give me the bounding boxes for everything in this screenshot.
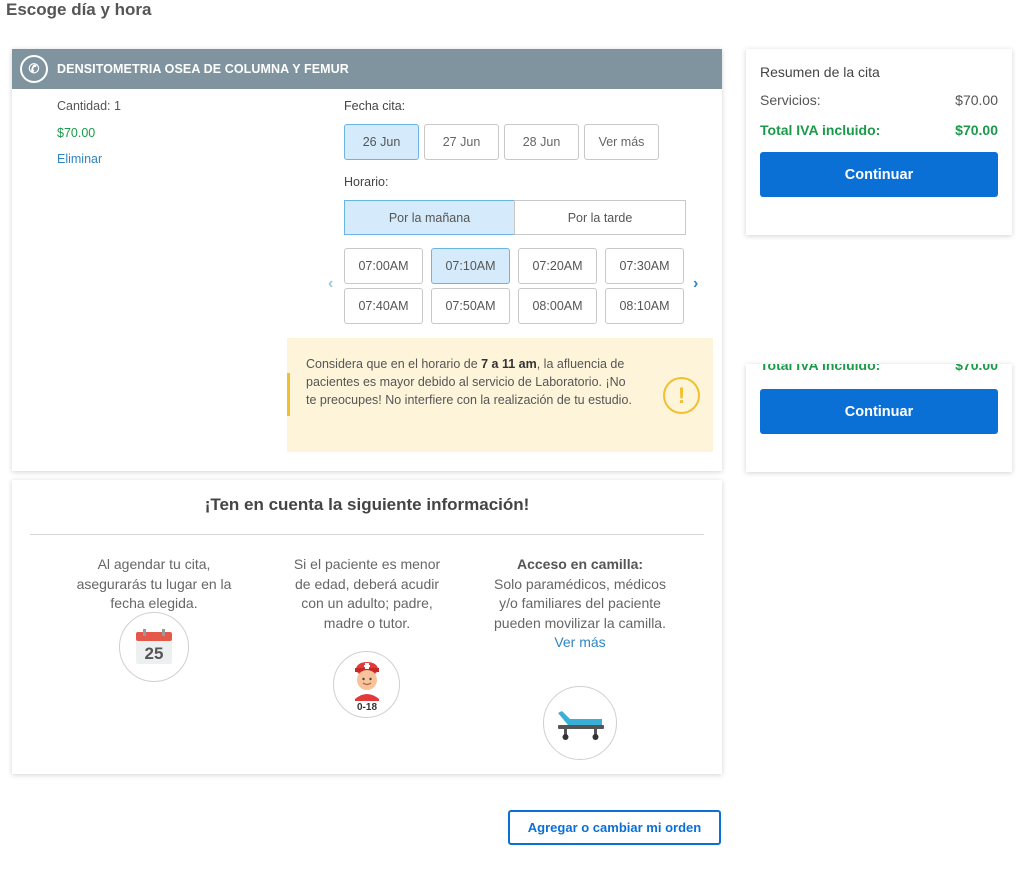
page-title: Escoge día y hora [6,0,152,19]
info-col-stretcher: Acceso en camilla: Solo paramédicos, médi… [494,556,666,650]
services-value: $70.00 [955,92,998,108]
change-order-button[interactable]: Agregar o cambiar mi orden [508,810,721,845]
stretcher-icon [543,686,617,760]
total-value: $70.00 [955,122,998,138]
info-col-minors: Si el paciente es menor de edad, deberá … [293,556,441,631]
summary-title: Resumen de la cita [760,64,880,80]
tab-afternoon[interactable]: Por la tarde [514,200,686,235]
sticky-continue-button[interactable]: Continuar [760,389,998,434]
sticky-total-row: Total IVA incluido: $70.00 [760,364,998,373]
total-row: Total IVA incluido: $70.00 [760,122,998,138]
tab-morning[interactable]: Por la mañana [344,200,515,235]
continue-button[interactable]: Continuar [760,152,998,197]
services-label: Servicios: [760,92,821,108]
time-slot-0800[interactable]: 08:00AM [518,288,597,324]
time-slot-0750[interactable]: 07:50AM [431,288,510,324]
services-row: Servicios: $70.00 [760,92,998,108]
info-card: ¡Ten en cuenta la siguiente información!… [12,480,722,774]
date-button-27-jun[interactable]: 27 Jun [424,124,499,160]
date-button-26-jun[interactable]: 26 Jun [344,124,419,160]
time-slot-0730[interactable]: 07:30AM [605,248,684,284]
notice-box: Considera que en el horario de 7 a 11 am… [287,338,713,452]
service-price: $70.00 [57,126,96,140]
remove-link[interactable]: Eliminar [57,152,102,166]
notice-accent-bar [287,373,290,416]
more-dates-button[interactable]: Ver más [584,124,659,160]
divider [30,534,704,535]
quantity-label: Cantidad: 1 [57,99,121,113]
total-label: Total IVA incluido: [760,122,881,138]
next-times-arrow-icon[interactable]: › [693,275,698,293]
prev-times-arrow-icon[interactable]: ‹ [328,275,333,293]
warning-icon: ! [663,377,700,414]
appointment-summary: Resumen de la cita Servicios: $70.00 Tot… [746,49,1012,235]
time-slot-0720[interactable]: 07:20AM [518,248,597,284]
service-header: ✆ DENSITOMETRIA OSEA DE COLUMNA Y FEMUR [12,49,722,89]
time-slot-0740[interactable]: 07:40AM [344,288,423,324]
service-name: DENSITOMETRIA OSEA DE COLUMNA Y FEMUR [57,62,349,76]
lab-logo-icon: ✆ [20,55,48,83]
sticky-total-label: Total IVA incluido: [760,364,881,373]
calendar-day-label: 25 [145,644,164,663]
calendar-icon: 25 [119,612,189,682]
info-title: ¡Ten en cuenta la siguiente información! [204,495,530,514]
sticky-summary: Total IVA incluido: $70.00 Continuar [746,364,1012,472]
time-slot-0700[interactable]: 07:00AM [344,248,423,284]
date-label: Fecha cita: [344,99,406,113]
time-slot-0810[interactable]: 08:10AM [605,288,684,324]
see-more-link[interactable]: Ver más [554,634,605,650]
service-card: ✆ DENSITOMETRIA OSEA DE COLUMNA Y FEMUR … [12,49,722,471]
sticky-total-value: $70.00 [955,364,998,373]
schedule-label: Horario: [344,175,389,189]
info-col-booking: Al agendar tu cita, asegurarás tu lugar … [76,556,232,611]
notice-text: Considera que en el horario de 7 a 11 am… [306,357,632,408]
time-slot-0710[interactable]: 07:10AM [431,248,510,284]
child-patient-icon: 0-18 [333,651,400,718]
date-button-28-jun[interactable]: 28 Jun [504,124,579,160]
age-range-label: 0-18 [356,702,376,711]
